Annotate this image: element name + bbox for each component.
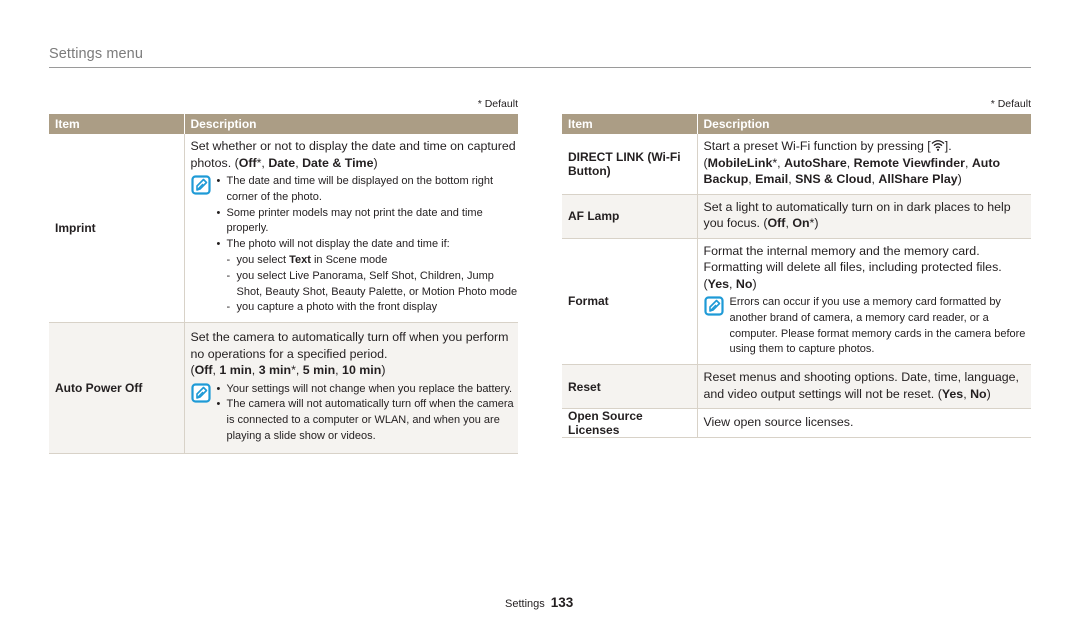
right-settings-table: * Default Item Description DIRECT LINK (… <box>562 97 1031 438</box>
note-bullet: Some printer models may not print the da… <box>217 206 519 238</box>
description-imprint: Set whether or not to display the date a… <box>183 134 519 323</box>
note-subitem: you capture a photo with the front displ… <box>217 300 519 316</box>
table-row-reset: Reset Reset menus and shooting options. … <box>562 364 1031 409</box>
note-pencil-icon <box>704 296 724 316</box>
note-subitem: you select Text in Scene mode <box>217 253 519 269</box>
description-reset: Reset menus and shooting options. Date, … <box>696 364 1031 409</box>
default-note: * Default <box>990 98 1031 110</box>
section-divider <box>49 67 1031 68</box>
table-row-format: Format Format the internal memory and th… <box>562 238 1031 365</box>
item-auto-power-off: Auto Power Off <box>49 322 184 454</box>
footer-section: Settings <box>505 598 545 610</box>
note-pencil-icon <box>191 383 211 403</box>
header-item: Item <box>562 114 697 134</box>
header-description: Description <box>183 114 518 134</box>
note-pencil-icon <box>191 175 211 195</box>
note-bullet: The date and time will be displayed on t… <box>217 174 519 206</box>
note-bullet: The photo will not display the date and … <box>217 237 519 253</box>
description-format: Format the internal memory and the memor… <box>696 238 1032 365</box>
item-af-lamp: AF Lamp <box>562 194 697 238</box>
wifi-icon <box>931 140 945 151</box>
table-row-direct-link: DIRECT LINK (Wi-Fi Button) Start a prese… <box>562 134 1031 194</box>
item-format: Format <box>568 294 609 309</box>
note-bullet: The camera will not automatically turn o… <box>217 397 519 444</box>
default-note: * Default <box>477 98 518 110</box>
item-direct-link: DIRECT LINK (Wi-Fi Button) <box>568 149 681 178</box>
table-row-open-source-licenses: Open Source Licenses View open source li… <box>562 408 1031 438</box>
format-note: Errors can occur if you use a memory car… <box>704 295 1032 358</box>
format-note-text: Errors can occur if you use a memory car… <box>729 296 1026 356</box>
description-open-source-licenses: View open source licenses. <box>696 408 1031 438</box>
imprint-lead: Set whether or not to display the date a… <box>190 139 516 170</box>
item-open-source-licenses: Open Source Licenses <box>568 409 643 438</box>
item-imprint: Imprint <box>55 221 96 236</box>
description-direct-link: Start a preset Wi-Fi function by pressin… <box>696 134 1031 194</box>
page-number: 133 <box>550 595 574 610</box>
auto-power-off-note: Your settings will not change when you r… <box>191 382 519 445</box>
table-row-auto-power-off: Auto Power Off Set the camera to automat… <box>49 322 519 454</box>
description-af-lamp: Set a light to automatically turn on in … <box>696 194 1031 238</box>
header-description: Description <box>696 114 1031 134</box>
note-bullet: Your settings will not change when you r… <box>217 382 519 398</box>
table-row-imprint: Imprint Set whether or not to display th… <box>49 134 518 323</box>
description-auto-power-off: Set the camera to automatically turn off… <box>183 322 519 454</box>
table-row-af-lamp: AF Lamp Set a light to automatically tur… <box>562 194 1031 238</box>
header-item: Item <box>49 114 184 134</box>
section-title: Settings menu <box>49 46 143 62</box>
note-subitem: you select Live Panorama, Self Shot, Chi… <box>217 269 519 301</box>
auto-power-off-lead: Set the camera to automatically turn off… <box>190 330 509 378</box>
imprint-note: The date and time will be displayed on t… <box>191 174 519 316</box>
page-footer: Settings 133 <box>505 595 573 610</box>
item-reset: Reset <box>562 364 697 409</box>
left-settings-table: * Default Item Description Imprint Set w… <box>49 97 518 454</box>
